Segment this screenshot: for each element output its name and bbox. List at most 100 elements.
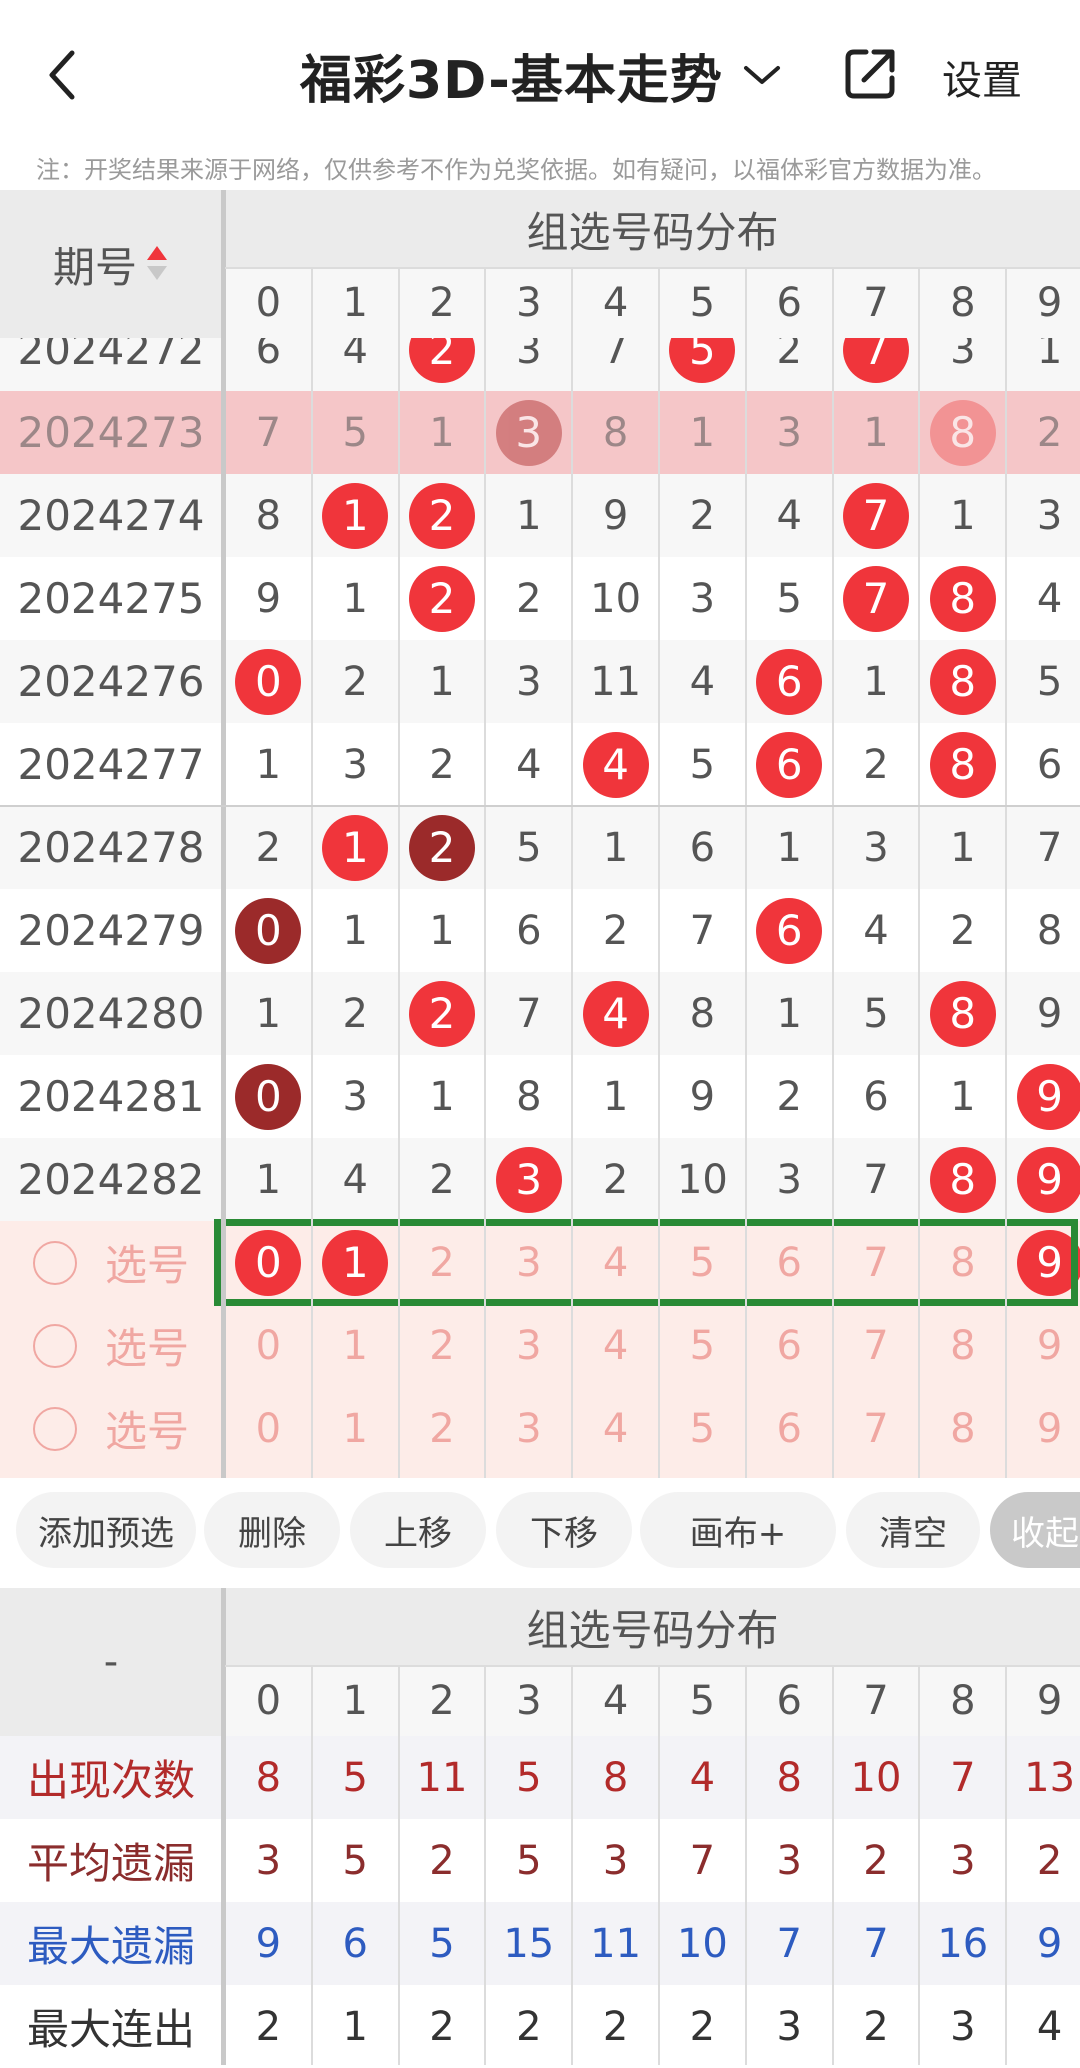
number-value: 3: [776, 409, 802, 456]
app-header: 福彩3D-基本走势 设置 注：开奖结果来源于网络，仅供参考不作为兑奖依据。如有疑…: [0, 0, 1080, 184]
select-digit[interactable]: 1: [312, 1387, 399, 1470]
number-cell: 8: [1006, 889, 1080, 972]
share-icon[interactable]: [840, 44, 900, 104]
number-value: 8: [255, 492, 282, 539]
select-digit[interactable]: 5: [659, 1387, 746, 1470]
action-bar: 添加预选 删除 上移 下移 画布+ 清空 收起: [0, 1478, 1080, 1588]
number-cell: 4: [572, 972, 659, 1055]
select-digit[interactable]: 8: [919, 1387, 1006, 1470]
select-digit[interactable]: 9: [1006, 1304, 1080, 1387]
number-cell: 3: [746, 391, 833, 474]
select-digit[interactable]: 0: [225, 1387, 312, 1470]
chevron-down-icon[interactable]: [740, 60, 784, 90]
stats-row-label: 平均遗漏: [26, 1839, 195, 1888]
stats-digit-header-9: 9: [1036, 1678, 1063, 1724]
number-ball: 2: [408, 338, 475, 383]
select-digit[interactable]: 1: [312, 1304, 399, 1387]
select-digit[interactable]: 3: [485, 1387, 572, 1470]
group-header: 组选号码分布: [526, 207, 779, 257]
number-value: 2: [516, 575, 542, 622]
number-cell: 1: [572, 806, 659, 889]
stats-value: 2: [863, 2003, 889, 2050]
action-button-2[interactable]: 上移: [350, 1492, 486, 1568]
select-digit[interactable]: 5: [659, 1304, 746, 1387]
number-cell: 1: [659, 391, 746, 474]
action-button-4[interactable]: 画布+: [640, 1492, 836, 1568]
period-cell: 2024282: [17, 1155, 205, 1204]
number-cell: 5: [659, 338, 746, 391]
period-cell: 2024281: [17, 1072, 205, 1121]
number-value: 1: [950, 824, 976, 871]
select-label: 选号: [104, 1241, 189, 1290]
select-digit[interactable]: 6: [746, 1387, 833, 1470]
select-label-cell[interactable]: 选号: [0, 1221, 222, 1304]
number-cell: 4: [833, 889, 920, 972]
select-digit[interactable]: 3: [485, 1304, 572, 1387]
number-cell: 4: [746, 474, 833, 557]
number-value: 1: [342, 907, 368, 954]
number-value: 7: [689, 907, 716, 954]
stats-value: 8: [255, 1754, 282, 1801]
sort-icon: [147, 246, 167, 280]
select-digit[interactable]: 4: [572, 1304, 659, 1387]
page-title[interactable]: 福彩3D-基本走势: [300, 38, 723, 111]
stats-value: 7: [950, 1754, 976, 1801]
number-cell: 7: [485, 972, 572, 1055]
number-cell: 1: [312, 806, 399, 889]
select-digit[interactable]: 7: [833, 1387, 920, 1470]
column-divider: [484, 268, 487, 1478]
number-cell: 2: [399, 1138, 486, 1221]
number-cell: 4: [1006, 557, 1080, 640]
select-radio[interactable]: [32, 1240, 77, 1285]
number-value: 9: [689, 1073, 716, 1120]
number-cell: 4: [312, 338, 399, 391]
stats-row-label: 出现次数: [26, 1756, 195, 1805]
select-label-cell[interactable]: 选号: [0, 1387, 222, 1470]
action-button-5[interactable]: 清空: [846, 1492, 980, 1568]
number-value: 4: [1036, 575, 1063, 622]
stats-column-divider: [744, 1666, 747, 2065]
stats-digit-header-1: 1: [342, 1678, 368, 1724]
action-button-6[interactable]: 收起: [990, 1492, 1080, 1568]
number-cell: 7: [1006, 806, 1080, 889]
number-value: 3: [342, 1073, 368, 1120]
select-radio[interactable]: [32, 1406, 77, 1451]
select-label-cell[interactable]: 选号: [0, 1304, 222, 1387]
back-arrow-icon[interactable]: [40, 45, 90, 105]
select-digit[interactable]: 0: [225, 1304, 312, 1387]
select-digit[interactable]: 8: [919, 1304, 1006, 1387]
select-digit[interactable]: 2: [399, 1304, 486, 1387]
column-divider: [658, 268, 660, 1478]
number-value: 1: [950, 1073, 976, 1120]
number-cell: 1: [399, 391, 486, 474]
stats-left-divider: [221, 1588, 226, 2065]
select-digit[interactable]: 4: [572, 1387, 659, 1470]
period-header[interactable]: 期号: [0, 190, 222, 338]
number-cell: 1: [225, 723, 312, 806]
number-value: 8: [516, 1073, 542, 1120]
action-button-3[interactable]: 下移: [496, 1492, 632, 1568]
action-button-0[interactable]: 添加预选: [16, 1492, 196, 1568]
select-digit[interactable]: 7: [833, 1304, 920, 1387]
number-cell: 2: [746, 1055, 833, 1138]
number-cell: 1: [485, 474, 572, 557]
stats-value: 9: [1036, 1920, 1063, 1967]
digit-header-5: 5: [689, 280, 716, 326]
select-digit[interactable]: 9: [1006, 1387, 1080, 1470]
number-ball: 2: [408, 482, 475, 549]
number-value: 3: [516, 338, 542, 373]
action-button-1[interactable]: 删除: [204, 1492, 340, 1568]
select-radio[interactable]: [32, 1323, 77, 1368]
number-value: 3: [516, 658, 542, 705]
period-cell: 2024279: [17, 906, 205, 955]
settings-button[interactable]: 设置: [942, 48, 1022, 106]
select-digit[interactable]: 2: [399, 1387, 486, 1470]
number-cell: 2: [399, 806, 486, 889]
number-ball: 4: [582, 731, 649, 798]
select-digit[interactable]: 6: [746, 1304, 833, 1387]
select-digit-label: 7: [863, 1405, 889, 1452]
digit-header-7: 7: [863, 280, 889, 326]
number-value: 7: [516, 990, 542, 1037]
stats-digit-header-5: 5: [689, 1678, 716, 1724]
number-cell: 5: [1006, 640, 1080, 723]
